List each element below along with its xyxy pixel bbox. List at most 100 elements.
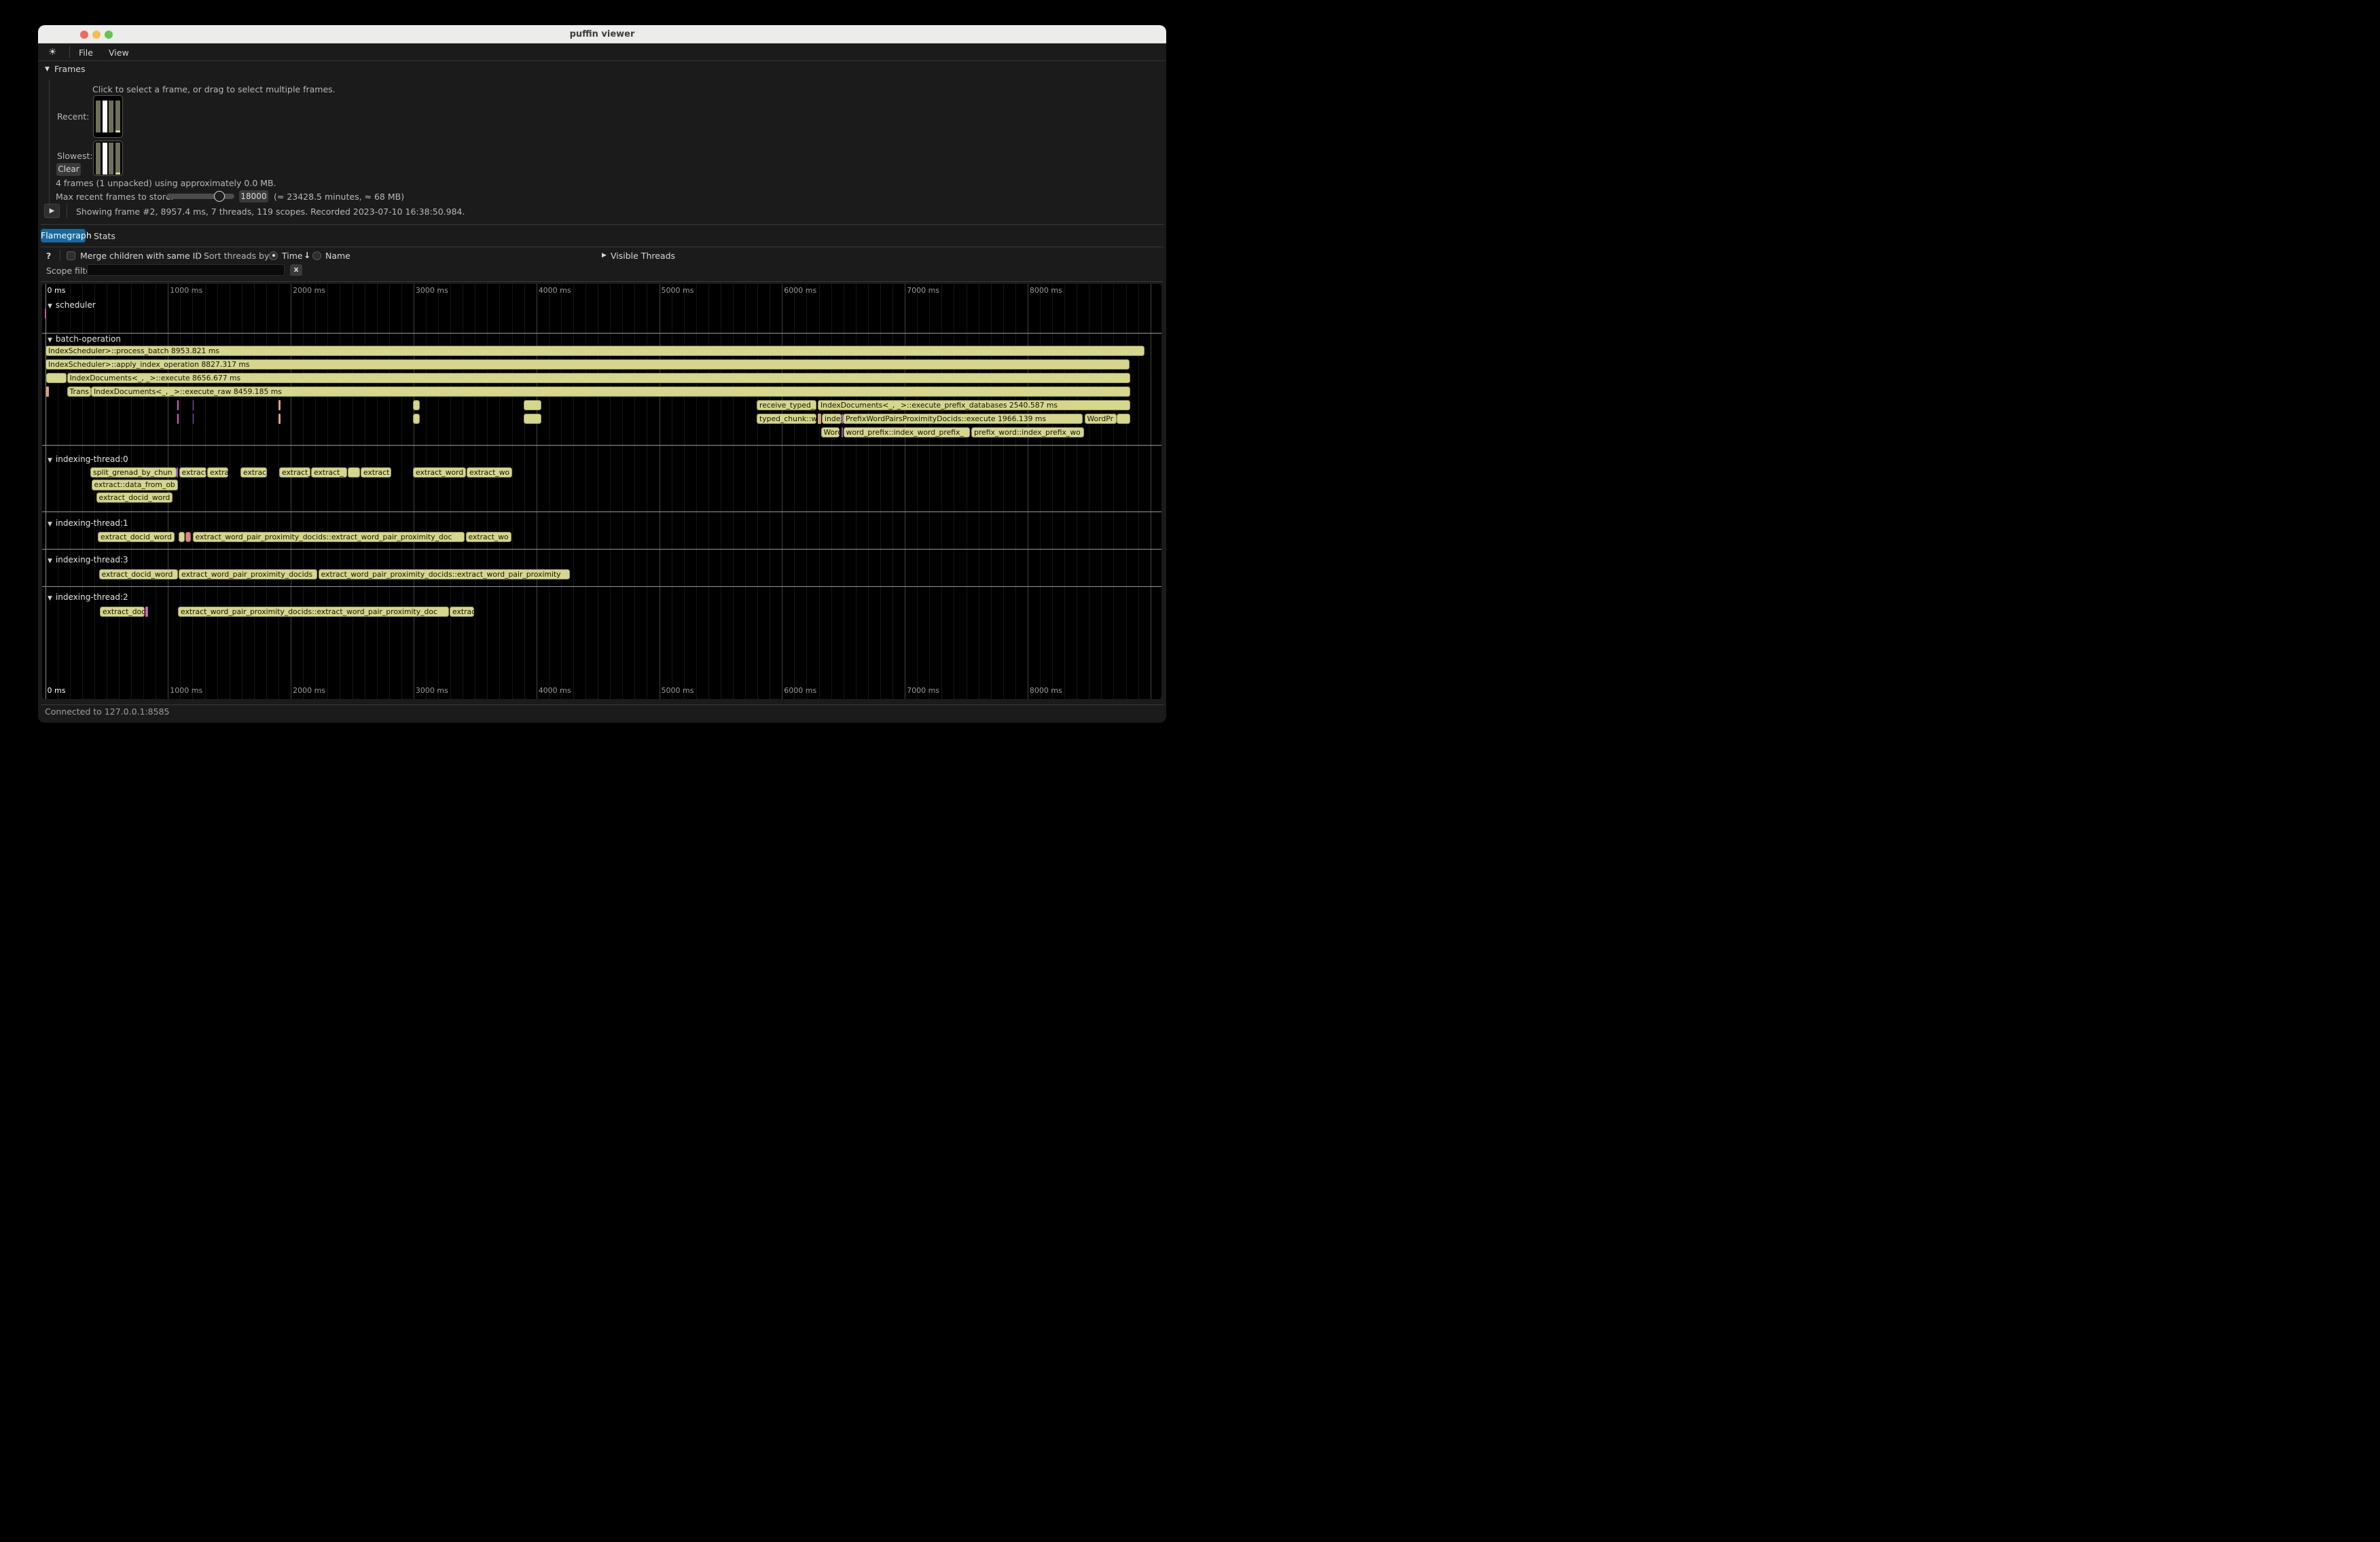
flamegraph-scope-bar[interactable]: extract_docid_word — [98, 532, 175, 543]
flamegraph-scope-bar[interactable] — [177, 414, 179, 425]
flamegraph-scope-bar[interactable]: PrefixWordPairsProximityDocids::execute … — [843, 414, 1083, 425]
flamegraph-scope-bar[interactable]: IndexDocuments<_, _>::execute_raw 8459.1… — [91, 387, 1130, 397]
flamegraph-scope-bar[interactable] — [46, 373, 67, 384]
flamegraph-scope-bar[interactable] — [46, 387, 49, 397]
visible-threads-collapse-icon[interactable]: ▶ — [602, 252, 607, 259]
thread-collapse-icon[interactable]: ▼ — [48, 457, 52, 464]
thread-collapse-icon[interactable]: ▼ — [48, 595, 52, 602]
flamegraph-scope-bar[interactable] — [193, 414, 194, 425]
flamegraph-scope-bar[interactable]: word_prefix::index_word_prefix_ — [844, 427, 971, 438]
help-button[interactable]: ? — [46, 251, 51, 261]
flamegraph-scope-bar[interactable]: Trans — [67, 387, 91, 397]
flamegraph-scope-bar[interactable]: WordPr — [1085, 414, 1117, 425]
flamegraph-scope-bar[interactable]: extract_word — [413, 467, 466, 478]
flamegraph-scope-bar[interactable] — [413, 400, 420, 411]
frame-thumbnail-bar[interactable] — [109, 143, 113, 175]
frame-thumbnail-bar[interactable] — [96, 101, 101, 132]
play-pause-button[interactable]: ▶ — [44, 204, 60, 218]
flamegraph-scope-bar[interactable] — [1117, 414, 1130, 425]
merge-children-checkbox[interactable] — [67, 251, 75, 260]
flamegraph-scope-bar[interactable]: Word — [821, 427, 840, 438]
flamegraph-scope-bar[interactable] — [524, 414, 541, 425]
flamegraph-scope-bar[interactable]: typed_chunk::w — [757, 414, 816, 425]
thread-header-scheduler[interactable]: ▼scheduler — [48, 300, 96, 310]
flamegraph-scope-bar[interactable] — [348, 467, 360, 478]
frame-thumbnail-bar[interactable] — [96, 143, 101, 175]
flamegraph-scope-bar[interactable]: extract_wo — [467, 467, 512, 478]
flamegraph-scope-bar[interactable]: receive_typed_ — [757, 400, 816, 411]
thread-header-indexing-thread:2[interactable]: ▼indexing-thread:2 — [48, 592, 128, 602]
frame-thumbnail-bar[interactable] — [115, 101, 120, 132]
flamegraph-scope-bar[interactable] — [278, 400, 281, 411]
visible-threads-header[interactable]: Visible Threads — [611, 251, 675, 261]
menu-view[interactable]: View — [109, 48, 129, 58]
flamegraph-scope-bar[interactable] — [842, 427, 843, 438]
flamegraph-scope-bar[interactable]: extract_doc — [100, 607, 145, 617]
thread-header-indexing-thread:1[interactable]: ▼indexing-thread:1 — [48, 518, 128, 528]
frame-thumbnail-bar[interactable] — [103, 101, 107, 132]
flamegraph-scope-bar[interactable]: prefix_word::index_prefix_wo — [971, 427, 1084, 438]
flamegraph-scope-bar[interactable]: extra — [207, 467, 228, 478]
max-frames-value[interactable]: 18000 — [239, 190, 268, 202]
thread-collapse-icon[interactable]: ▼ — [48, 337, 52, 344]
menu-file[interactable]: File — [79, 48, 93, 58]
flamegraph-scope-bar[interactable]: extract_docid_word — [99, 569, 178, 580]
flamegraph-scope-bar[interactable]: IndexDocuments<_, _>::execute 8656.677 m… — [67, 373, 1130, 384]
flamegraph-scope-bar[interactable]: split_grenad_by_chun — [90, 467, 177, 478]
frames-section-header[interactable]: Frames — [54, 64, 85, 74]
flamegraph-scope-bar[interactable] — [185, 532, 191, 543]
clear-frames-button[interactable]: Clear — [56, 163, 81, 176]
max-frames-slider[interactable] — [166, 194, 234, 199]
thread-header-indexing-thread:0[interactable]: ▼indexing-thread:0 — [48, 454, 128, 464]
flamegraph-scope-bar[interactable]: extract_ — [311, 467, 347, 478]
frame-thumbnail-bar[interactable] — [109, 101, 113, 132]
slider-knob[interactable] — [214, 191, 225, 202]
thread-collapse-icon[interactable]: ▼ — [48, 558, 52, 564]
flamegraph-canvas[interactable]: 0 ms0 ms1000 ms1000 ms2000 ms2000 ms3000… — [42, 284, 1161, 699]
flamegraph-scope-bar[interactable] — [177, 467, 178, 478]
flamegraph-scope-bar[interactable]: extrac — [450, 607, 474, 617]
flamegraph-scope-bar[interactable]: extrac — [240, 467, 267, 478]
sort-by-name-radio[interactable] — [312, 251, 321, 260]
flamegraph-scope-bar[interactable]: index — [822, 414, 842, 425]
recent-frames-thumbnail[interactable] — [93, 95, 123, 138]
thread-collapse-icon[interactable]: ▼ — [48, 303, 52, 310]
flamegraph-scope-bar[interactable]: extract_ — [279, 467, 310, 478]
theme-toggle-icon[interactable]: ☀ — [48, 47, 57, 58]
flamegraph-scope-bar[interactable]: extract_word_pair_proximity_docids::extr… — [319, 569, 570, 580]
scope-filter-input[interactable] — [87, 264, 285, 276]
flamegraph-scope-bar[interactable]: IndexScheduler>::process_batch 8953.821 … — [46, 346, 1144, 357]
flamegraph-scope-bar[interactable] — [177, 400, 179, 411]
flamegraph-scope-bar[interactable]: extract::data_from_ob — [92, 480, 179, 490]
sort-by-time-radio[interactable] — [269, 251, 278, 260]
frame-thumbnail-bar[interactable] — [115, 143, 120, 175]
tab-stats[interactable]: Stats — [94, 231, 115, 241]
flamegraph-scope-bar[interactable] — [179, 532, 185, 543]
sort-by-time-label[interactable]: Time — [282, 251, 303, 261]
slowest-frames-thumbnail[interactable] — [93, 141, 123, 176]
frames-collapse-icon[interactable]: ▼ — [45, 66, 50, 73]
thread-collapse-icon[interactable]: ▼ — [48, 521, 52, 528]
flamegraph-scope-bar[interactable] — [193, 400, 194, 411]
flamegraph-scope-bar[interactable] — [147, 607, 149, 617]
flamegraph-scope-bar[interactable] — [413, 414, 420, 425]
flamegraph-scope-bar[interactable] — [524, 400, 541, 411]
flamegraph-scope-bar[interactable] — [278, 414, 281, 425]
flamegraph-scope-bar[interactable]: extract_word_pair_proximity_docids::extr… — [178, 607, 449, 617]
thread-header-indexing-thread:3[interactable]: ▼indexing-thread:3 — [48, 555, 128, 564]
flamegraph-scope-bar[interactable]: extract — [179, 467, 207, 478]
frame-thumbnail-bar[interactable] — [103, 143, 107, 175]
flamegraph-scope-bar[interactable]: extract — [361, 467, 391, 478]
flamegraph-scope-bar[interactable]: extract_docid_word — [96, 492, 173, 503]
sort-direction-arrow-icon[interactable]: ↓ — [304, 250, 310, 260]
flamegraph-scope-bar[interactable]: IndexScheduler>::apply_index_operation 8… — [46, 359, 1130, 370]
clear-filter-button[interactable]: x — [290, 264, 302, 276]
flamegraph-scope-bar[interactable] — [45, 308, 46, 319]
flamegraph-scope-bar[interactable]: extract_word_pair_proximity_docids — [179, 569, 317, 580]
flamegraph-scope-bar[interactable]: extract_word_pair_proximity_docids::extr… — [193, 532, 465, 543]
flamegraph-scope-bar[interactable] — [818, 414, 821, 425]
flamegraph-scope-bar[interactable]: IndexDocuments<_, _>::execute_prefix_dat… — [818, 400, 1130, 411]
sort-by-name-label[interactable]: Name — [325, 251, 350, 261]
tab-flamegraph[interactable]: Flamegraph — [41, 229, 86, 243]
flamegraph-scope-bar[interactable]: extract_wo — [466, 532, 511, 543]
